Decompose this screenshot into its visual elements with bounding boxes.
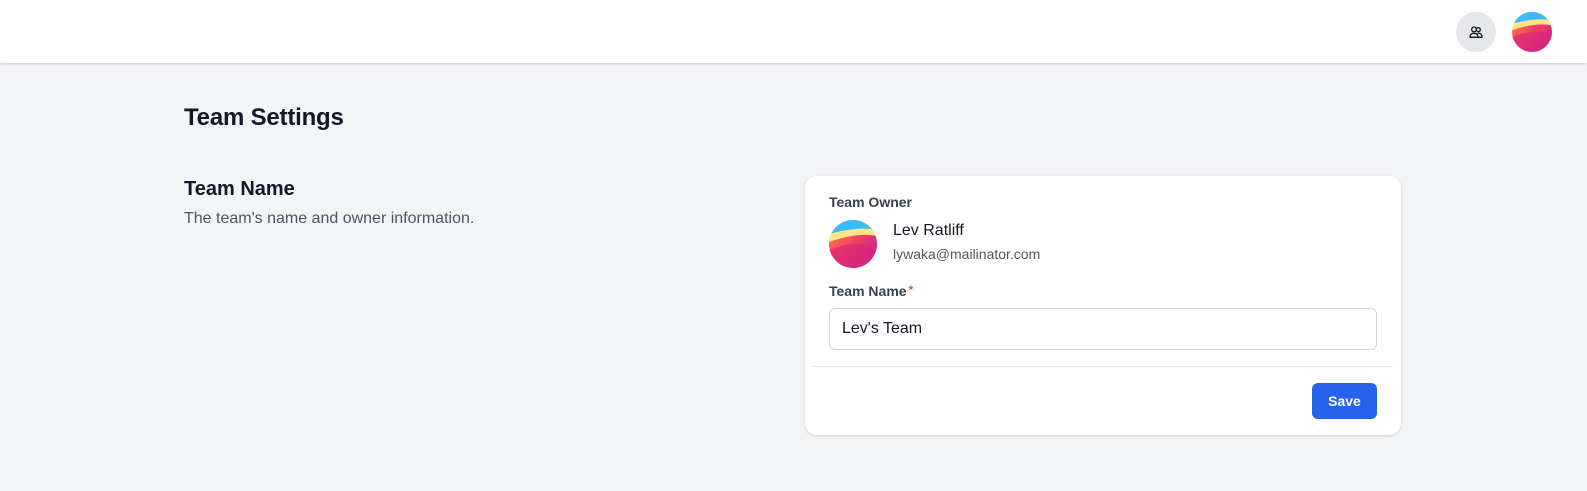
user-avatar-button[interactable] <box>1512 12 1552 52</box>
section-description: The team's name and owner information. <box>184 210 475 227</box>
team-switcher-button[interactable] <box>1456 12 1496 52</box>
team-name-input[interactable] <box>829 308 1377 350</box>
page-title: Team Settings <box>184 104 344 131</box>
save-button[interactable]: Save <box>1312 383 1377 419</box>
users-icon <box>1469 26 1483 38</box>
required-marker: * <box>908 283 914 297</box>
team-name-label-text: Team Name <box>829 283 907 299</box>
owner-avatar <box>829 220 877 268</box>
team-settings-card: Team Owner Lev Ratliff lywaka@mailinator… <box>805 176 1401 435</box>
top-navigation-bar <box>0 0 1587 63</box>
card-divider <box>813 366 1393 367</box>
section-title: Team Name <box>184 178 295 200</box>
team-owner-label: Team Owner <box>829 194 912 210</box>
team-name-label: Team Name * <box>829 283 913 299</box>
owner-email: lywaka@mailinator.com <box>893 246 1041 262</box>
owner-name: Lev Ratliff <box>893 222 964 239</box>
